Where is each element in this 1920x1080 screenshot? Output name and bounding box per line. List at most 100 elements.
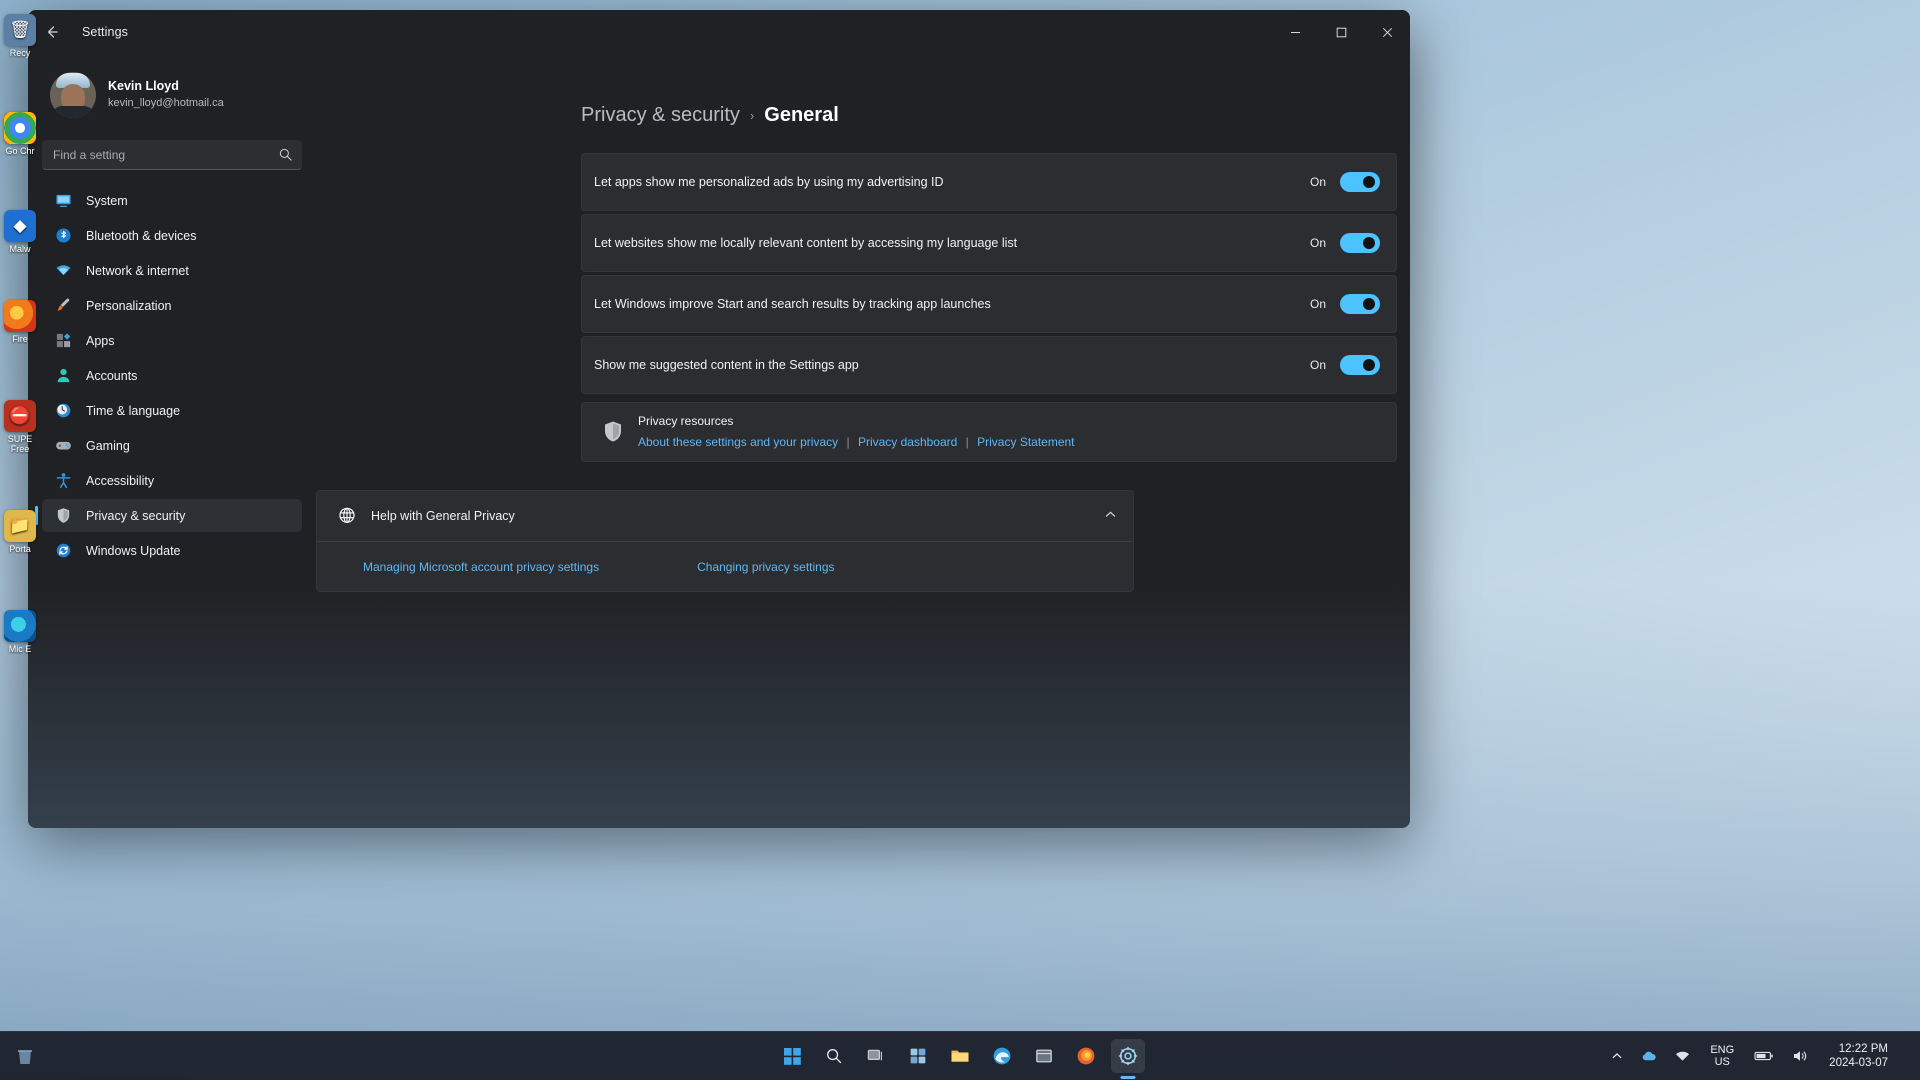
breadcrumb-parent-link[interactable]: Privacy & security [581,104,740,127]
taskbar-app-list [775,1039,1145,1073]
link-separator: | [846,434,850,449]
sidebar-nav: System Bluetooth & devices Network & int… [28,184,316,567]
task-view-icon [867,1049,882,1061]
search-icon [827,1049,842,1064]
monitor-icon [54,192,72,210]
search-input[interactable] [42,140,302,170]
help-expander-body: Managing Microsoft account privacy setti… [317,541,1133,591]
maximize-icon [1336,27,1346,37]
setting-label: Let Windows improve Start and search res… [594,297,991,311]
task-view-button[interactable] [859,1039,893,1073]
start-button[interactable] [775,1039,809,1073]
chrome-icon [4,112,36,144]
sidebar-item-personalization[interactable]: Personalization [42,289,302,322]
clock-date-button[interactable]: 12:22 PM 2024-03-07 [1821,1039,1896,1073]
toggle-switch-advertising-id[interactable] [1340,172,1380,192]
sidebar: Kevin Lloyd kevin_lloyd@hotmail.ca Find … [28,54,316,828]
gear-icon [1118,1046,1138,1066]
chevron-up-icon[interactable] [1104,508,1117,524]
edge-icon [4,610,36,642]
accessibility-person-icon [54,472,72,490]
sidebar-item-bluetooth-devices[interactable]: Bluetooth & devices [42,219,302,252]
search-button[interactable] [817,1039,851,1073]
link-changing-privacy-settings[interactable]: Changing privacy settings [697,560,834,574]
store-button[interactable] [1027,1039,1061,1073]
toggle-state-label: On [1309,236,1326,250]
minimize-button[interactable] [1272,10,1318,54]
desktop-icon-label: Fire [12,334,28,344]
taskbar: ENG US 12:22 PM 2024-03-07 [0,1031,1920,1080]
tray-overflow-button[interactable] [1606,1045,1628,1067]
taskbar-recycle-bin[interactable] [8,1039,42,1073]
help-expander-header[interactable]: Help with General Privacy [317,491,1133,541]
sidebar-item-system[interactable]: System [42,184,302,217]
folder-icon [951,1050,969,1062]
sidebar-item-time-language[interactable]: Time & language [42,394,302,427]
language-indicator[interactable]: ENG US [1703,1041,1741,1071]
window-controls [1272,10,1410,54]
back-arrow-icon [47,26,58,38]
content-pane: Privacy & security › General Let apps sh… [316,54,1410,828]
sidebar-item-gaming[interactable]: Gaming [42,429,302,462]
desktop-icon-portable-folder[interactable]: 📁 Porta [0,510,40,554]
recycle-bin-icon [18,1050,32,1064]
sidebar-item-label: Windows Update [86,543,181,558]
account-tile[interactable]: Kevin Lloyd kevin_lloyd@hotmail.ca [42,66,316,124]
account-name: Kevin Lloyd [108,79,179,94]
sidebar-item-label: Apps [86,333,115,348]
network-tray-button[interactable] [1670,1044,1695,1068]
setting-row-suggested-content: Show me suggested content in the Setting… [581,336,1397,394]
link-separator: | [965,434,969,449]
minimize-icon [1290,31,1300,33]
account-email: kevin_lloyd@hotmail.ca [108,96,224,109]
settings-taskbar-button[interactable] [1111,1039,1145,1073]
volume-tray-button[interactable] [1787,1044,1813,1068]
toggle-switch-suggested-content[interactable] [1340,355,1380,375]
onedrive-tray-button[interactable] [1636,1044,1662,1068]
paintbrush-icon [54,297,72,315]
firefox-icon [4,300,36,332]
battery-tray-button[interactable] [1749,1045,1779,1067]
sidebar-item-label: Network & internet [86,263,189,278]
shield-icon [54,507,72,525]
language-primary: ENG [1710,1044,1735,1056]
maximize-button[interactable] [1318,10,1364,54]
edge-icon [993,1047,1011,1065]
privacy-resources-title: Privacy resources [638,414,734,429]
sidebar-item-privacy-security[interactable]: Privacy & security [35,499,302,532]
desktop-icon-malwarebytes[interactable]: ◆ Malw [0,210,40,254]
wifi-icon [54,262,72,280]
language-secondary: US [1714,1056,1730,1068]
back-button[interactable] [36,16,68,48]
close-icon [1382,27,1392,37]
network-icon [1676,1051,1690,1061]
show-desktop-button[interactable] [1904,1032,1910,1080]
edge-button[interactable] [985,1039,1019,1073]
desktop-icon-label: Go Chr [5,146,35,156]
apps-grid-icon [54,332,72,350]
toggle-switch-app-launch-tracking[interactable] [1340,294,1380,314]
link-privacy-statement[interactable]: Privacy Statement [977,435,1074,449]
desktop-icon-superantispyware[interactable]: ⛔ SUPE Free [0,400,40,454]
desktop-icon-google-chrome[interactable]: Go Chr [0,112,40,156]
toggle-switch-language-list[interactable] [1340,233,1380,253]
widgets-button[interactable] [901,1039,935,1073]
sidebar-item-accessibility[interactable]: Accessibility [42,464,302,497]
link-about-settings-privacy[interactable]: About these settings and your privacy [638,435,838,449]
recycle-bin-icon: 🗑 [4,14,36,46]
sidebar-item-label: Accessibility [86,473,155,488]
taskbar-date: 2024-03-07 [1829,1057,1888,1069]
file-explorer-button[interactable] [943,1039,977,1073]
firefox-button[interactable] [1069,1039,1103,1073]
sidebar-item-accounts[interactable]: Accounts [42,359,302,392]
sidebar-item-apps[interactable]: Apps [42,324,302,357]
sidebar-item-windows-update[interactable]: Windows Update [42,534,302,567]
close-button[interactable] [1364,10,1410,54]
desktop-icon-firefox[interactable]: Fire [0,300,40,344]
sidebar-item-network-internet[interactable]: Network & internet [42,254,302,287]
desktop-icon-recycle-bin[interactable]: 🗑 Recy [0,14,40,58]
link-managing-microsoft-account-privacy[interactable]: Managing Microsoft account privacy setti… [363,560,599,574]
link-privacy-dashboard[interactable]: Privacy dashboard [858,435,957,449]
desktop-icon-microsoft-edge[interactable]: Mic E [0,610,40,654]
bluetooth-icon [54,227,72,245]
